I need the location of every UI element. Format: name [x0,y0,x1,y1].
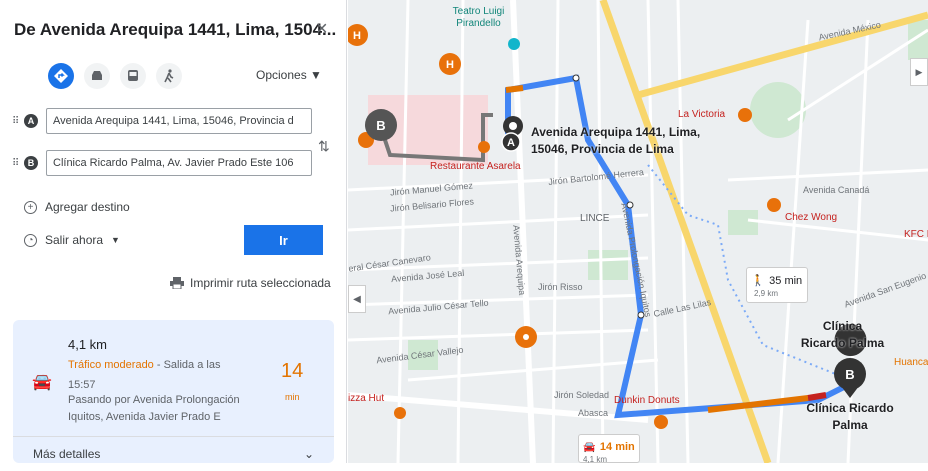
poi-label: La Victoria [678,109,726,120]
more-details-label: Más detalles [33,447,101,461]
directions-icon [54,69,68,83]
poi-label: KFC Pe [904,229,928,240]
route-node [572,74,580,82]
park-area [588,250,628,280]
traffic-status: Tráfico moderado [68,359,154,371]
svg-text:B: B [845,367,854,382]
poi-label: Teatro Luigi Pirandello [452,6,505,29]
swap-icon[interactable]: ⇅ [318,138,330,155]
svg-text:H: H [446,59,454,71]
route-distance: 4,1 km [68,337,108,352]
printer-icon [170,277,184,289]
drive-distance: 4,1 km [583,455,608,463]
traffic-segment [505,85,524,93]
destination-label-top: Clínica Ricardo Palma [800,319,885,350]
poi-label: Chez Wong [785,212,838,223]
svg-text:H: H [353,30,361,42]
car-icon [92,71,102,80]
poi-label: Huanca [894,357,928,368]
directions-panel: De Avenida Arequipa 1441, Lima, 1504... … [0,0,347,463]
walking-mode-button[interactable] [156,63,182,89]
collapse-panel-button[interactable]: ◀ [348,285,366,313]
more-details-button[interactable]: Más detalles ⌄ [13,436,334,471]
poi-marker[interactable] [738,108,752,122]
add-destination-label: Agregar destino [45,200,130,214]
leave-now-dropdown[interactable]: ◔ Salir ahora ▼ [24,233,120,247]
bus-icon [128,70,138,81]
car-icon: 🚘 [583,442,596,453]
poi-marker[interactable] [478,141,490,153]
street-label: Jirón Risso [538,282,583,292]
traffic-segment [807,392,827,401]
close-icon[interactable]: × [316,18,328,41]
svg-text:B: B [376,118,385,133]
poi-label: Restaurante Asarela [430,161,521,172]
route-duration: 14 [281,360,304,382]
destination-input[interactable] [46,150,312,176]
destination-row: ⠿ B [12,150,312,176]
best-route-mode-button[interactable] [48,63,74,89]
driving-route-callout[interactable]: 🚘 14 min 4,1 km [578,434,640,463]
leave-now-label: Salir ahora [45,233,104,247]
poi-marker[interactable] [654,415,668,429]
poi-label: Dunkin Donuts [614,395,680,406]
poi-marker[interactable] [767,198,781,212]
poi-marker[interactable] [394,407,406,419]
street-label: Jirón Soledad [554,390,610,400]
walk-icon [164,69,174,83]
poi-marker[interactable]: H [439,53,461,75]
add-destination-button[interactable]: + Agregar destino [24,200,130,214]
route-via: Pasando por Avenida Prolongación Iquitos… [68,394,240,423]
dest-pin-map[interactable]: B [365,109,397,141]
origin-input[interactable] [46,108,312,134]
park-area [750,82,806,138]
print-route-label: Imprimir ruta seleccionada [190,276,331,290]
destination-label: Clínica Ricardo Palma [806,401,894,432]
route-card[interactable]: 🚘 4,1 km Tráfico moderado - Salida a las… [13,320,334,463]
poi-label: izza Hut [348,393,385,404]
route-traffic: Tráfico moderado - Salida a las 15:57 [68,355,248,395]
chevron-down-icon: ▼ [111,235,120,245]
clock-icon: ◔ [24,233,37,247]
district-label: LINCE [580,213,610,224]
walk-distance: 2,9 km [754,289,779,298]
origin-label: Avenida Arequipa 1441, Lima, 15046, Prov… [531,125,701,156]
drag-handle-icon[interactable]: ⠿ [12,116,24,127]
go-button[interactable]: Ir [244,225,323,255]
svg-text:A: A [507,137,515,149]
travel-modes [48,63,182,89]
map-view[interactable]: H H A B B Teatro Luigi Pirandello Restau… [348,0,928,463]
map-canvas: H H A B B [348,0,928,463]
car-icon: 🚘 [32,374,52,391]
drag-handle-icon[interactable]: ⠿ [12,158,24,169]
print-route-button[interactable]: Imprimir ruta seleccionada [170,276,331,290]
park-area [728,210,758,235]
walk-time: 35 min [769,275,803,287]
origin-row: ⠿ A [12,108,312,134]
route-duration-unit: min [285,392,300,402]
expand-button[interactable]: ▶ [910,58,928,86]
street-label: Avenida Canadá [803,185,870,195]
walking-route-callout[interactable]: 🚶 35 min 2,9 km [746,267,808,303]
street-label: Abasca [578,408,609,418]
destination-badge: B [24,156,38,170]
plus-icon: + [24,200,37,214]
theater-icon[interactable] [508,38,520,50]
directions-title: De Avenida Arequipa 1441, Lima, 1504... [14,20,337,39]
chevron-down-icon: ⌄ [303,447,314,461]
origin-badge: A [24,114,38,128]
walk-icon: 🚶 [751,275,765,287]
drive-time: 14 min [599,441,635,453]
car-mode-button[interactable] [84,63,110,89]
options-dropdown[interactable]: Opciones ▼ [256,68,322,82]
transit-mode-button[interactable] [120,63,146,89]
